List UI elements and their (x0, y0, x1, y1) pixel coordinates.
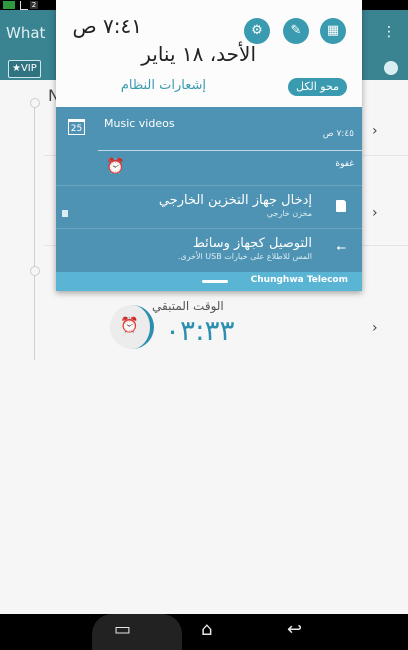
chevron-right-icon[interactable]: › (372, 320, 378, 336)
edit-icon[interactable]: ✎ (283, 18, 309, 44)
shade-footer: Chunghwa Telecom (56, 272, 362, 291)
calendar-notification[interactable]: 25 Music videos ٧:٤٥ ص ⏰ غفوة (56, 107, 362, 185)
gear-icon[interactable]: ⚙ (244, 18, 270, 44)
notification-subtitle: مخزن خارجي (266, 209, 312, 218)
alarm-clock-icon: ⏰ (120, 316, 139, 334)
system-notifications-label: إشعارات النظام (120, 78, 206, 93)
notification-list: 25 Music videos ٧:٤٥ ص ⏰ غفوة إدخال جهاز… (56, 107, 362, 291)
remaining-time-label: الوقت المتبقي (152, 299, 224, 313)
usb-notification[interactable]: التوصيل كجهاز وسائط المس للاطلاع على خيا… (56, 228, 362, 273)
toggle-chip[interactable] (384, 61, 398, 75)
app-title: What (6, 24, 46, 42)
snooze-button[interactable]: غفوة (335, 159, 354, 169)
date: الأحد، ١٨ يناير (141, 42, 256, 66)
remaining-time-value: ٠٣:٣٣ (165, 314, 235, 347)
notification-subtitle: المس للاطلاع على خيارات USB الأخرى. (177, 252, 312, 261)
carrier-name: Chunghwa Telecom (250, 275, 348, 285)
alarm-clock-icon: ⏰ (106, 157, 125, 175)
recent-apps-icon[interactable]: ▭ (114, 620, 131, 640)
signal-icon (20, 1, 28, 10)
notification-shade: ٧:٤١ ص ⚙ ✎ ▦ الأحد، ١٨ يناير إشعارات الن… (56, 0, 362, 291)
notification-title: التوصيل كجهاز وسائط (192, 236, 312, 251)
chevron-right-icon[interactable]: › (372, 205, 378, 221)
home-icon[interactable]: ⌂ (201, 620, 212, 640)
timeline-dot (30, 266, 40, 276)
notification-title: إدخال جهاز التخزين الخارجي (158, 193, 312, 208)
vip-chip[interactable]: ★VIP (8, 60, 41, 78)
clock: ٧:٤١ ص (72, 14, 142, 38)
notification-time: ٧:٤٥ ص (322, 129, 354, 139)
timeline-line (34, 102, 35, 360)
overflow-menu-icon[interactable]: ⋮ (382, 24, 396, 40)
storage-notification[interactable]: إدخال جهاز التخزين الخارجي مخزن خارجي (56, 185, 362, 229)
divider (98, 150, 362, 151)
notification-count-badge: 2 (30, 1, 38, 9)
drag-handle[interactable] (202, 280, 228, 283)
sd-card-icon (336, 200, 346, 212)
nav-highlight (92, 614, 182, 650)
calendar-icon: 25 (68, 119, 85, 135)
chevron-right-icon[interactable]: › (372, 123, 378, 139)
navigation-bar: ▭ ⌂ ↩ (0, 614, 408, 650)
shade-header: ٧:٤١ ص ⚙ ✎ ▦ الأحد، ١٨ يناير إشعارات الن… (56, 0, 362, 107)
clear-all-button[interactable]: محو الكل (288, 78, 347, 96)
timeline-dot (30, 98, 40, 108)
alarm-progress-ring: ⏰ (110, 305, 154, 349)
usb-icon: ⭠ (336, 240, 346, 254)
sd-card-small-icon (62, 210, 68, 217)
grid-icon[interactable]: ▦ (320, 18, 346, 44)
back-icon[interactable]: ↩ (287, 620, 302, 640)
notification-title: Music videos (104, 117, 175, 130)
battery-icon (3, 1, 15, 9)
